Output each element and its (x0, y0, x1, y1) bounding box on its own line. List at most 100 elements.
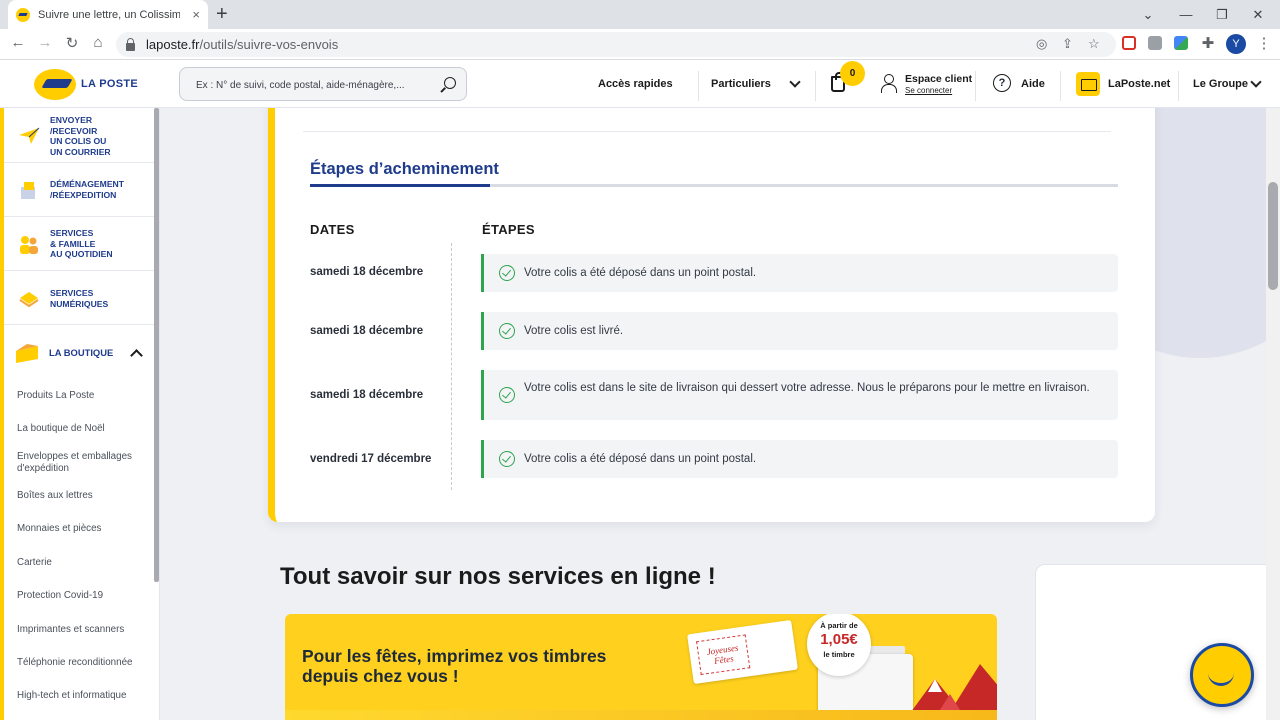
title-underline-accent (310, 184, 490, 187)
bookmark-star-icon[interactable]: ☆ (1088, 36, 1100, 52)
chevron-down-icon[interactable] (789, 76, 801, 88)
check-circle-icon (499, 323, 515, 339)
sidebar: ENVOYER /RECEVOIR UN COLIS OU UN COURRIE… (0, 108, 160, 720)
lock-icon (126, 37, 135, 51)
sidebar-subitem[interactable]: High-tech et informatique (17, 690, 147, 702)
reload-icon[interactable]: ↻ (62, 34, 82, 52)
sidebar-item-label: DÉMÉNAGEMENT /RÉEXPEDITION (50, 179, 125, 200)
sidebar-subitem[interactable]: Boîtes aux lettres (17, 490, 147, 502)
tracking-steps-title: Étapes d’acheminement (310, 160, 499, 178)
digital-services-icon (19, 292, 39, 308)
account-link[interactable]: Espace client (905, 73, 972, 85)
check-circle-icon (499, 387, 515, 403)
step-text: Votre colis a été déposé dans un point p… (524, 267, 757, 279)
timeline-divider (451, 243, 452, 490)
tab-search-icon[interactable]: ⌄ (1128, 0, 1168, 29)
chevron-down-icon[interactable] (1250, 76, 1262, 88)
sidebar-item-label: SERVICES & FAMILLE AU QUOTIDIEN (50, 228, 113, 260)
sidebar-item-digital[interactable]: SERVICES NUMÉRIQUES (4, 271, 154, 325)
price-suffix: le timbre (823, 650, 855, 659)
page-scrollbar-thumb[interactable] (1268, 182, 1278, 290)
tab-strip: Suivre une lettre, un Colissimo ou un Ch… (0, 0, 1280, 29)
sidebar-item-family[interactable]: SERVICES & FAMILLE AU QUOTIDIEN (4, 217, 154, 271)
check-circle-icon (499, 265, 515, 281)
chat-assistant-button[interactable] (1190, 643, 1254, 707)
family-icon (20, 236, 38, 254)
url-text: laposte.fr/outils/suivre-vos-envois (146, 37, 339, 52)
step-date: samedi 18 décembre (310, 266, 424, 278)
header-divider (815, 71, 816, 101)
header-divider (698, 71, 699, 101)
extension-pdf-icon[interactable] (1148, 36, 1162, 50)
step-date: vendredi 17 décembre (310, 453, 432, 465)
mountains-decoration (905, 664, 997, 720)
share-icon[interactable]: ⇪ (1062, 36, 1073, 52)
tracking-step: Votre colis est dans le site de livraiso… (481, 370, 1118, 420)
sidebar-subitem[interactable]: Téléphonie reconditionnée (17, 657, 147, 669)
quick-access-link[interactable]: Accès rapides (598, 78, 673, 90)
search-box[interactable] (179, 67, 467, 101)
help-link[interactable]: Aide (1021, 78, 1045, 90)
segment-dropdown[interactable]: Particuliers (711, 78, 771, 90)
address-bar[interactable]: laposte.fr/outils/suivre-vos-envois ◎ ⇪ … (116, 32, 1116, 57)
search-input[interactable] (196, 76, 426, 94)
sidebar-subitem[interactable]: Enveloppes et emballages d'expédition (17, 451, 147, 474)
tracking-blocked-icon[interactable]: ◎ (1036, 36, 1047, 52)
sidebar-subitem[interactable]: Imprimantes et scanners (17, 624, 147, 636)
stamp-image: Joyeuses Fêtes (687, 619, 798, 685)
price-prefix: À partir de (820, 621, 858, 630)
dates-column-header: DATES (310, 222, 355, 237)
extension-google-icon[interactable] (1174, 36, 1188, 50)
help-icon[interactable]: ? (993, 74, 1011, 92)
login-link[interactable]: Se connecter (905, 86, 952, 95)
browser-toolbar: ← → ↻ ⌂ laposte.fr/outils/suivre-vos-env… (0, 29, 1280, 60)
sidebar-subitem[interactable]: La boutique de Noël (17, 423, 147, 435)
main-content: Étapes d’acheminement DATES ÉTAPES samed… (160, 108, 1266, 720)
laposte-net-link[interactable]: LaPoste.net (1108, 78, 1170, 90)
price-value: 1,05€ (820, 631, 858, 648)
profile-avatar[interactable]: Y (1226, 34, 1246, 54)
sidebar-subitem[interactable]: Protection Covid-19 (17, 590, 147, 602)
step-date: samedi 18 décembre (310, 325, 424, 337)
sidebar-item-moving[interactable]: DÉMÉNAGEMENT /RÉEXPEDITION (4, 163, 154, 217)
minimize-button[interactable]: — (1166, 0, 1206, 29)
forward-icon[interactable]: → (35, 34, 55, 51)
tracking-step: Votre colis est livré. (481, 312, 1118, 350)
laposte-favicon-icon (16, 7, 30, 22)
cart-count-badge: 0 (840, 61, 865, 86)
check-circle-icon (499, 451, 515, 467)
extension-shield-icon[interactable] (1122, 36, 1136, 50)
sidebar-subitem[interactable]: Carterie (17, 557, 147, 569)
sidebar-item-send-receive[interactable]: ENVOYER /RECEVOIR UN COLIS OU UN COURRIE… (4, 108, 154, 163)
search-icon[interactable] (444, 77, 456, 89)
sidebar-item-boutique[interactable]: LA BOUTIQUE (4, 325, 154, 381)
group-dropdown[interactable]: Le Groupe (1193, 78, 1248, 90)
sidebar-subitem[interactable]: Produits La Poste (17, 390, 147, 402)
promo-banner[interactable]: Pour les fêtes, imprimez vos timbres dep… (285, 614, 997, 720)
maximize-button[interactable]: ❐ (1202, 0, 1242, 29)
logo-text: LA POSTE (81, 78, 138, 90)
browser-menu-icon[interactable]: ⋮ (1254, 34, 1274, 52)
tab-close-icon[interactable]: × (192, 7, 200, 22)
close-window-button[interactable]: ✕ (1238, 0, 1278, 29)
promo-text: Pour les fêtes, imprimez vos timbres dep… (302, 646, 607, 686)
user-icon[interactable] (881, 74, 897, 93)
card-divider (303, 131, 1111, 132)
extensions-puzzle-icon[interactable]: ✚ (1198, 34, 1218, 52)
tab-title: Suivre une lettre, un Colissimo ou un Ch… (38, 8, 180, 21)
step-text: Votre colis est livré. (524, 325, 624, 337)
mail-icon[interactable] (1076, 72, 1100, 96)
new-tab-button[interactable]: + (216, 3, 228, 26)
browser-tab[interactable]: Suivre une lettre, un Colissimo ou un Ch… (8, 0, 208, 29)
sidebar-subitem[interactable]: Monnaies et pièces (17, 523, 147, 535)
sidebar-scrollbar[interactable] (154, 108, 159, 582)
tracking-step: Votre colis a été déposé dans un point p… (481, 254, 1118, 292)
step-text: Votre colis a été déposé dans un point p… (524, 453, 757, 465)
sidebar-item-label: ENVOYER /RECEVOIR UN COLIS OU UN COURRIE… (50, 115, 111, 158)
back-icon[interactable]: ← (8, 34, 28, 51)
price-badge: À partir de 1,05€ le timbre (807, 614, 871, 676)
step-text: Votre colis est dans le site de livraiso… (524, 382, 1090, 394)
header-divider (1178, 71, 1179, 101)
home-icon[interactable]: ⌂ (88, 34, 108, 51)
logo-bird-icon (41, 79, 73, 88)
